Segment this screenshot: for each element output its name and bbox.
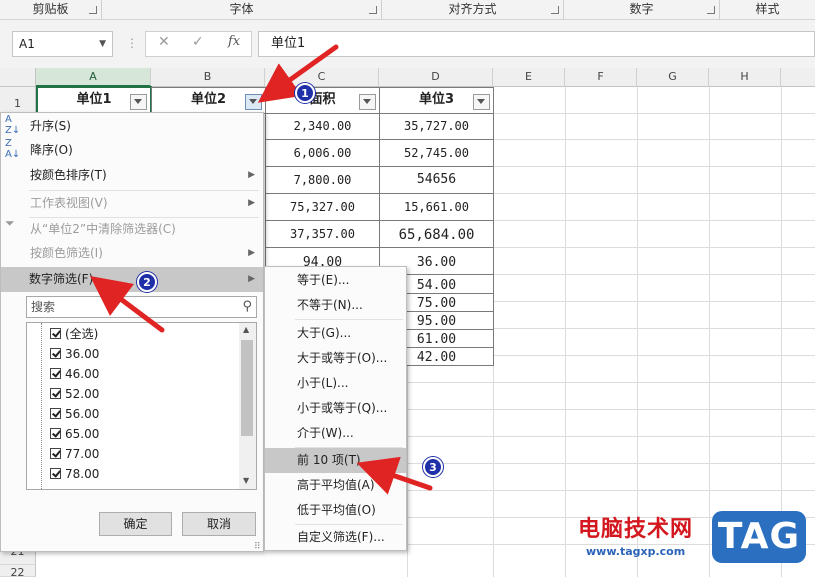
step-badge-1: 1 [295, 83, 315, 103]
step-badge-2: 2 [137, 272, 157, 292]
watermark-url: www.tagxp.com [586, 545, 686, 558]
watermark-tag-logo: TAG [712, 511, 806, 563]
arrow-3 [356, 456, 433, 495]
watermark-site-name: 电脑技术网 [578, 517, 694, 542]
step-badge-3: 3 [423, 457, 443, 477]
annotation-arrows [90, 44, 433, 495]
